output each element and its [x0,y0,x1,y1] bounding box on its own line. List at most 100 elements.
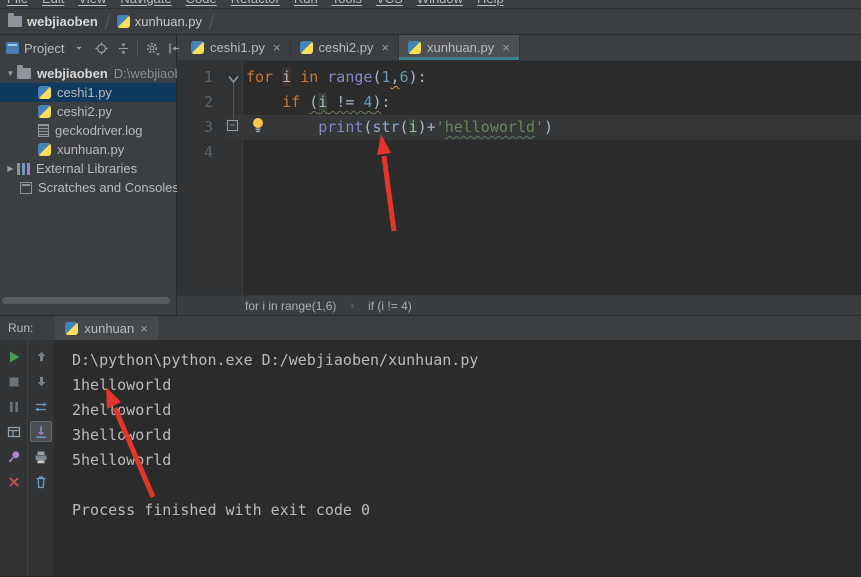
breadcrumb-xunhuan-py[interactable]: xunhuan.py [117,14,202,29]
tree-item-geckodriver-log[interactable]: geckodriver.log [0,121,176,140]
menu-code[interactable]: Code [179,0,224,9]
tab-close-icon[interactable]: × [502,40,510,55]
line-number[interactable]: 1 [177,65,225,90]
chevron-down-icon[interactable]: ▼ [4,69,17,78]
folder-icon [8,16,22,27]
chevron-right-icon[interactable]: ▶ [4,164,17,173]
menu-refactor[interactable]: Refactor [224,0,287,9]
code-token: range [327,68,372,86]
collapse-all-icon[interactable] [112,38,134,58]
menu-vcs[interactable]: VCS [369,0,410,9]
locate-icon[interactable] [90,38,112,58]
settings-icon[interactable] [141,38,163,58]
project-panel: Project ▼webjiaobenD:\webjiaobenceshi1.p… [0,35,177,315]
fold-open-icon[interactable] [228,70,239,88]
editor-tab-bar: ceshi1.py×ceshi2.py×xunhuan.py× [177,35,861,61]
stop-icon[interactable] [3,371,25,392]
soft-wrap-icon[interactable] [30,396,52,417]
run-console-output[interactable]: D:\python\python.exe D:/webjiaoben/xunhu… [54,340,861,576]
menu-view[interactable]: View [71,0,113,9]
breadcrumb-separator [209,14,215,30]
tree-item-ceshi2-py[interactable]: ceshi2.py [0,102,176,121]
horizontal-scrollbar[interactable] [2,297,170,304]
scroll-end-icon[interactable] [30,421,52,442]
pin-icon[interactable] [3,446,25,467]
line-number[interactable]: 4 [177,140,225,165]
menu-tools[interactable]: Tools [325,0,369,9]
menu-window[interactable]: Window [410,0,470,9]
menu-edit[interactable]: Edit [35,0,71,9]
code-token: print [318,118,363,136]
print-icon[interactable] [30,446,52,467]
up-stack-icon[interactable] [30,346,52,367]
editor-tab-ceshi1-py[interactable]: ceshi1.py × [182,35,291,60]
run-panel: Run: xunhuan × D:\python\python.exe D:/w… [0,315,861,576]
menu-navigate[interactable]: Navigate [113,0,178,9]
code-line-2[interactable]: 2 if (i != 4): [177,90,861,115]
breadcrumb-label: xunhuan.py [135,14,202,29]
fold-column [225,90,243,115]
tab-close-icon[interactable]: × [273,40,281,55]
code-token: , [391,68,400,86]
python-icon [65,322,78,335]
breadcrumb-webjiaoben[interactable]: webjiaoben [8,14,98,29]
code-token: ' [535,118,544,136]
line-number[interactable]: 3 [177,115,225,140]
code-token: i [318,93,327,111]
console-line: 3helloworld [72,423,861,448]
python-icon [38,105,51,118]
editor-tab-ceshi2-py[interactable]: ceshi2.py× [291,35,400,60]
tab-close-icon[interactable]: × [140,321,148,336]
tab-label: xunhuan.py [427,40,494,55]
clear-all-icon[interactable] [30,471,52,492]
folder-icon [17,68,31,79]
tree-item-ceshi1-py[interactable]: ceshi1.py [0,83,176,102]
code-editor[interactable]: 1for i in range(1,6):2 if (i != 4):3 pri… [177,61,861,295]
line-number[interactable]: 2 [177,90,225,115]
editor-tab-xunhuan-py[interactable]: xunhuan.py × [399,35,520,60]
breadcrumb-separator: › [350,300,354,312]
tree-item-label: ceshi1.py [57,85,112,100]
tree-item-xunhuan-py[interactable]: xunhuan.py [0,140,176,159]
console-line: D:\python\python.exe D:/webjiaoben/xunhu… [72,348,861,373]
tree-item-label: xunhuan.py [57,142,124,157]
code-token: helloworld [445,118,535,136]
tab-close-icon[interactable]: × [381,40,389,55]
pause-icon[interactable] [3,396,25,417]
code-text [243,140,861,165]
code-token: )+ [418,118,436,136]
menu-run[interactable]: Run [287,0,325,9]
menu-file[interactable]: File [0,0,35,9]
intention-bulb-icon[interactable] [251,117,265,138]
down-stack-icon[interactable] [30,371,52,392]
tab-label: ceshi1.py [210,40,265,55]
breadcrumb-if-i-4[interactable]: if (i != 4) [368,299,412,313]
code-token: i [409,118,418,136]
code-text: print(str(i)+'helloworld') [243,115,861,140]
run-label: Run: [0,316,41,340]
tree-item-webjiaoben[interactable]: ▼webjiaobenD:\webjiaoben [0,64,176,83]
breadcrumb-for-i-in-range-1-6[interactable]: for i in range(1,6) [245,299,336,313]
tree-item-external-libraries[interactable]: ▶External Libraries [0,159,176,178]
code-line-4[interactable]: 4 [177,140,861,165]
menu-help[interactable]: Help [470,0,511,9]
close-icon[interactable] [3,471,25,492]
console-line: 1helloworld [72,373,861,398]
code-line-1[interactable]: 1for i in range(1,6): [177,65,861,90]
rerun-icon[interactable] [3,346,25,367]
run-tab-xunhuan[interactable]: xunhuan × [55,316,157,340]
code-token [273,68,282,86]
tree-item-label: webjiaoben [37,66,108,81]
code-line-3[interactable]: 3 print(str(i)+'helloworld') [177,115,861,140]
code-token: ) [544,118,553,136]
python-icon [300,41,313,54]
fold-collapse-icon[interactable]: − [227,120,238,131]
scratches-icon [20,182,32,194]
project-panel-title[interactable]: Project [24,41,64,56]
tree-item-label: Scratches and Consoles [38,180,179,195]
restore-layout-icon[interactable] [3,421,25,442]
code-token: ( [400,118,409,136]
chevron-down-icon[interactable] [68,38,90,58]
run-header: Run: xunhuan × [0,316,861,340]
tree-item-scratches-and-consoles[interactable]: Scratches and Consoles [0,178,176,197]
